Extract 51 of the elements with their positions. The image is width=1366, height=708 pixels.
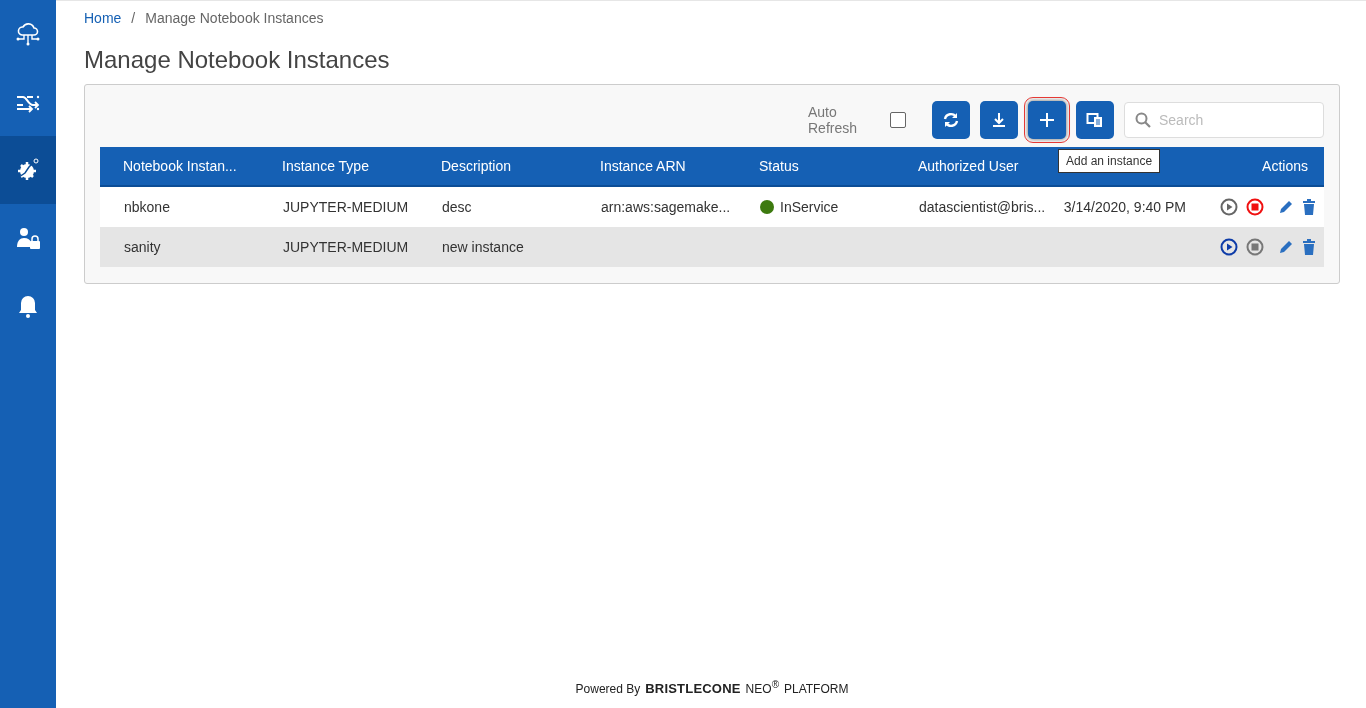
edit-button[interactable] [1278, 199, 1294, 215]
edit-button[interactable] [1278, 239, 1294, 255]
tooltip: Add an instance [1058, 149, 1161, 173]
table-cell-text: desc [441, 198, 473, 217]
gear-network-icon [15, 157, 41, 183]
auto-refresh-label: Auto Refresh [808, 104, 859, 136]
page-title: Manage Notebook Instances [84, 46, 391, 74]
footer-text: PLATFORM [784, 682, 849, 696]
column-header: Description [441, 158, 512, 174]
product-name: NEO$^{®}$ [745, 679, 779, 696]
refresh-icon [942, 111, 960, 129]
table-cell-text: new instance [441, 238, 525, 257]
refresh-button[interactable] [932, 101, 970, 139]
plus-icon [1038, 111, 1056, 129]
play-button[interactable] [1220, 238, 1238, 256]
table-row[interactable]: nbkone JUPYTER-MEDIUM desc arn:aws:sagemake... InService datascientist@bris... 3/14/2020, 9:40 PM [100, 187, 1324, 227]
breadcrumb-separator: / [131, 10, 136, 26]
table-cell-text: nbkone [123, 198, 171, 217]
user-lock-icon [15, 225, 41, 251]
delete-button[interactable] [1302, 199, 1316, 215]
breadcrumb-link[interactable]: Home [84, 10, 122, 26]
table-cell-text: JUPYTER-MEDIUM [282, 238, 410, 257]
footer-text: Powered By [575, 682, 641, 696]
play-button[interactable] [1220, 198, 1238, 216]
status-text: InService [780, 199, 839, 215]
sidebar-item[interactable] [0, 136, 56, 204]
documents-icon [1086, 111, 1104, 129]
column-header: Actions [1262, 158, 1308, 174]
download-icon [990, 111, 1008, 129]
copy-button[interactable] [1076, 101, 1114, 139]
search-field[interactable]: Search [1124, 102, 1324, 138]
table-cell-text: sanity [123, 238, 162, 257]
brand-logo: BRISTLECONE [645, 681, 741, 696]
table-cell-text: 3/14/2020, 9:40 PM [1062, 198, 1186, 217]
table-cell-text: datascientist@bris... [918, 198, 1047, 217]
table-cell-text: arn:aws:sagemake... [600, 198, 732, 217]
column-header: Instance Type [282, 158, 369, 174]
table-row[interactable]: sanity JUPYTER-MEDIUM new instance [100, 227, 1324, 267]
column-header: Notebook Instan... [123, 158, 237, 174]
table-cell-text: JUPYTER-MEDIUM [282, 198, 410, 217]
download-button[interactable] [980, 101, 1018, 139]
cloud-network-icon [15, 21, 41, 47]
stop-button[interactable] [1246, 198, 1264, 216]
stop-button[interactable] [1246, 238, 1264, 256]
column-header: Instance ARN [600, 158, 686, 174]
delete-button[interactable] [1302, 239, 1316, 255]
search-icon [1135, 112, 1151, 128]
column-header: Authorized User [918, 158, 1019, 174]
breadcrumb-current: Manage Notebook Instances [145, 10, 324, 26]
auto-refresh-checkbox[interactable] [890, 112, 906, 128]
column-header: Status [759, 158, 799, 174]
